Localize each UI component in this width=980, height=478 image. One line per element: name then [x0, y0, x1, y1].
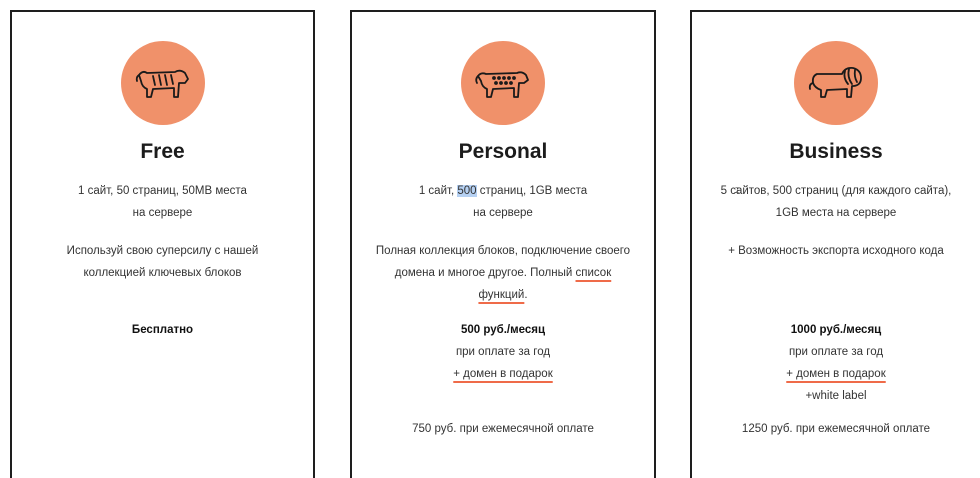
plan-card-free: Free 1 сайт, 50 страниц, 50MB места на с…: [10, 10, 315, 478]
leopard-icon: [475, 71, 529, 98]
pricing-section: Free 1 сайт, 50 страниц, 50MB места на с…: [0, 0, 980, 478]
description-line: 1 сайт, 50 страниц, 50MB места: [78, 185, 247, 197]
plan-price: Бесплатно: [12, 319, 313, 341]
features-text: домена и многое другое. Полный: [394, 267, 576, 279]
plan-icon-badge: [461, 41, 545, 125]
features-line: функций.: [352, 284, 654, 306]
description-line: 1GB места на сервере: [775, 207, 897, 219]
lion-icon: [808, 66, 862, 98]
features-line: Полная коллекция блоков, подключение сво…: [375, 245, 631, 257]
monthly-price-label: 1250 руб. при ежемесячной оплате: [741, 423, 931, 435]
tiger-icon: [135, 69, 189, 98]
description-text: 1 сайт,: [418, 185, 458, 197]
features-list-link[interactable]: функций: [478, 289, 524, 301]
plan-title: Business: [789, 140, 883, 163]
features-line: домена и многое другое. Полный список: [352, 262, 654, 284]
description-line: 5 сайтов, 500 страниц (для каждого сайта…: [720, 185, 952, 197]
monthly-price: 1250 руб. при ежемесячной оплате: [692, 418, 980, 440]
plan-features: + Возможность экспорта исходного кода: [692, 240, 980, 262]
price-label: 1000 руб./месяц: [790, 324, 882, 336]
description-line: на сервере: [473, 207, 533, 219]
description-text: страниц, 1GB места: [476, 185, 588, 197]
billing-note: при оплате за год: [788, 346, 884, 358]
billing-note: при оплате за год: [455, 346, 551, 358]
domain-gift-link[interactable]: + домен в подарок: [453, 368, 552, 380]
features-line: коллекцией ключевых блоков: [83, 267, 242, 279]
description-line: на сервере: [132, 207, 193, 219]
plan-description: 5 сайтов, 500 страниц (для каждого сайта…: [692, 180, 980, 224]
features-line: + Возможность экспорта исходного кода: [728, 245, 944, 257]
description-line: 1 сайт, 500 страниц, 1GB места: [352, 180, 654, 202]
plan-description: 1 сайт, 500 страниц, 1GB места на сервер…: [352, 180, 654, 224]
plan-features: Полная коллекция блоков, подключение сво…: [352, 240, 654, 306]
plan-features: Используй свою суперсилу с нашей коллекц…: [12, 240, 313, 284]
white-label-note: +white label: [805, 390, 867, 402]
plan-card-personal: Personal 1 сайт, 500 страниц, 1GB места …: [350, 10, 656, 478]
plan-description: 1 сайт, 50 страниц, 50MB места на сервер…: [12, 180, 313, 224]
plan-icon-badge: [794, 41, 878, 125]
domain-gift-link[interactable]: + домен в подарок: [786, 368, 885, 380]
features-list-link[interactable]: список: [576, 267, 612, 279]
features-line: Используй свою суперсилу с нашей: [66, 245, 259, 257]
selected-text[interactable]: 500: [457, 185, 477, 197]
features-text: .: [524, 289, 528, 301]
monthly-price-label: 750 руб. при ежемесячной оплате: [412, 423, 594, 435]
plan-icon-badge: [120, 41, 205, 125]
plan-title: Free: [140, 140, 185, 163]
price-label: 500 руб./месяц: [460, 324, 546, 336]
plan-card-business: ⌶ Business 5 сайтов, 500 страниц (для ка…: [690, 10, 980, 478]
plan-pricing: 500 руб./месяц при оплате за год + домен…: [352, 319, 654, 385]
monthly-price: 750 руб. при ежемесячной оплате: [352, 418, 654, 440]
price-label: Бесплатно: [131, 324, 194, 336]
plan-pricing: 1000 руб./месяц при оплате за год + доме…: [692, 319, 980, 407]
plan-title: Personal: [458, 140, 548, 163]
